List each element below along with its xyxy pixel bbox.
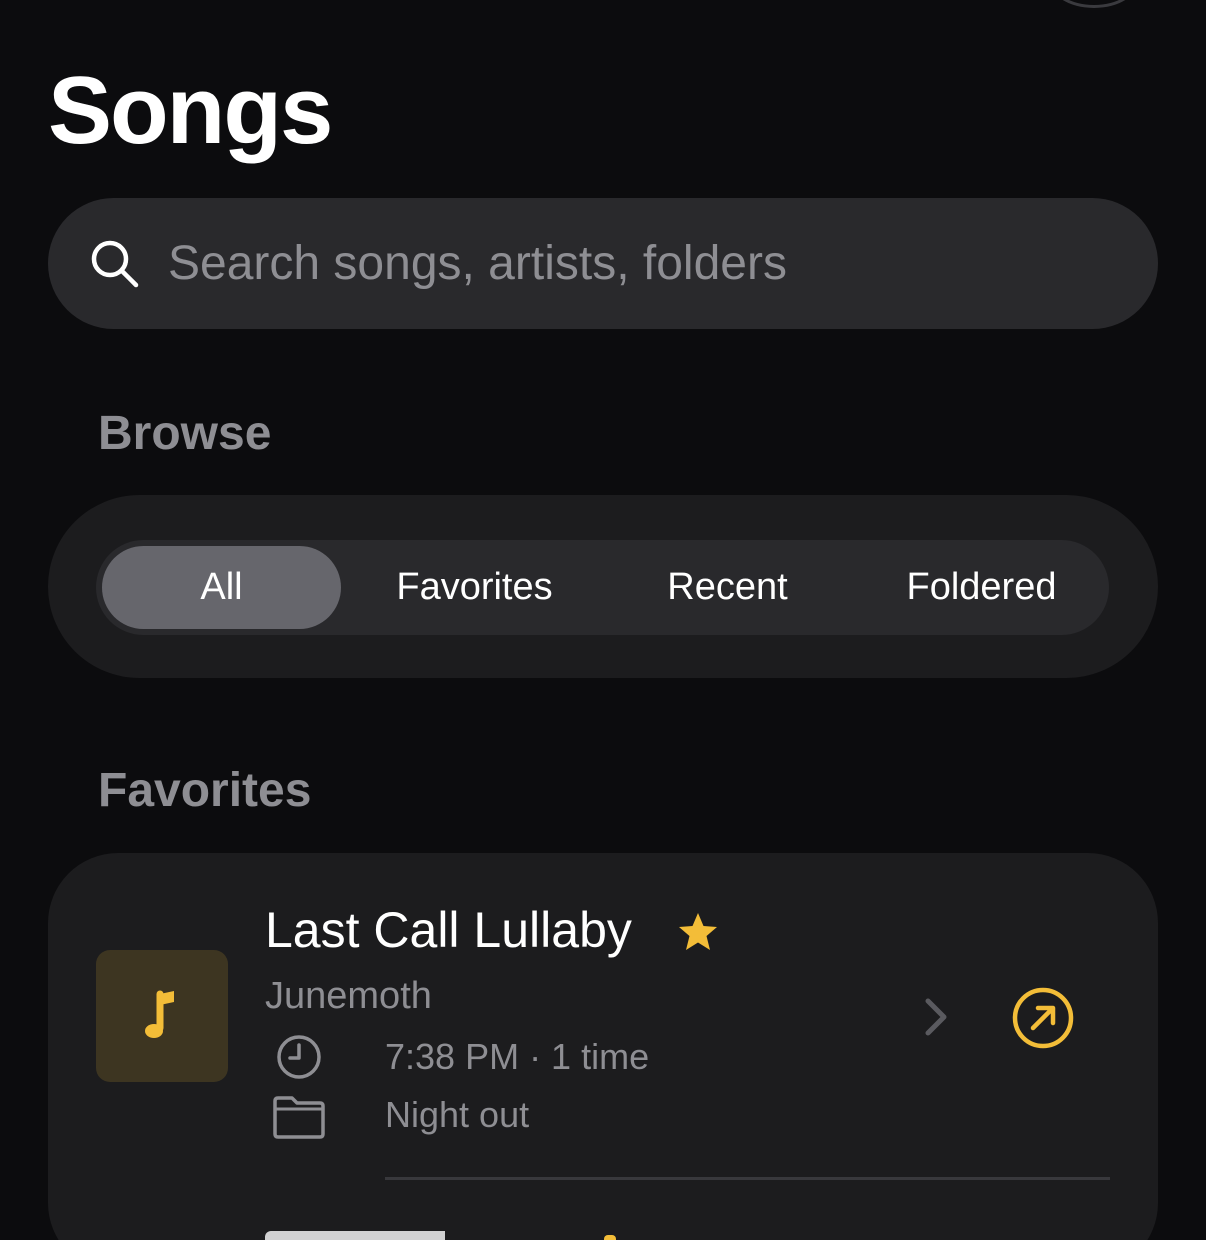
page-title: Songs [48, 57, 333, 164]
next-song-title-partial [265, 1231, 445, 1240]
chevron-right-icon[interactable] [918, 993, 954, 1041]
row-divider [385, 1177, 1110, 1180]
song-title[interactable]: Last Call Lullaby [265, 901, 632, 959]
open-song-button[interactable] [1010, 985, 1076, 1051]
segment-favorites[interactable]: Favorites [355, 546, 594, 629]
segment-foldered[interactable]: Foldered [862, 546, 1101, 629]
search-input[interactable] [168, 236, 1068, 291]
search-icon [91, 240, 139, 287]
favorites-list: Last Call Lullaby Junemoth 7:38 PM · 1 t… [48, 853, 1158, 1240]
profile-avatar[interactable] [1048, 0, 1140, 8]
next-star-icon-partial [604, 1235, 616, 1240]
song-artwork [96, 950, 228, 1082]
song-artist: Junemoth [265, 975, 432, 1017]
folder-icon [273, 1096, 325, 1139]
segment-recent[interactable]: Recent [608, 546, 847, 629]
songs-screen: Songs Browse All Favorites Recent Folder… [0, 0, 1206, 1240]
browse-segmented-control: All Favorites Recent Foldered [96, 540, 1109, 635]
clock-icon [277, 1035, 321, 1079]
segment-all[interactable]: All [102, 546, 341, 629]
favorite-star-icon[interactable] [676, 910, 720, 954]
favorites-section-label: Favorites [98, 764, 312, 817]
song-folder: Night out [385, 1094, 530, 1135]
music-note-icon [145, 990, 174, 1038]
search-bar[interactable] [48, 198, 1158, 329]
browse-section-label: Browse [98, 407, 272, 460]
browse-card: All Favorites Recent Foldered [48, 495, 1158, 678]
last-played: 7:38 PM · 1 time [385, 1036, 650, 1077]
